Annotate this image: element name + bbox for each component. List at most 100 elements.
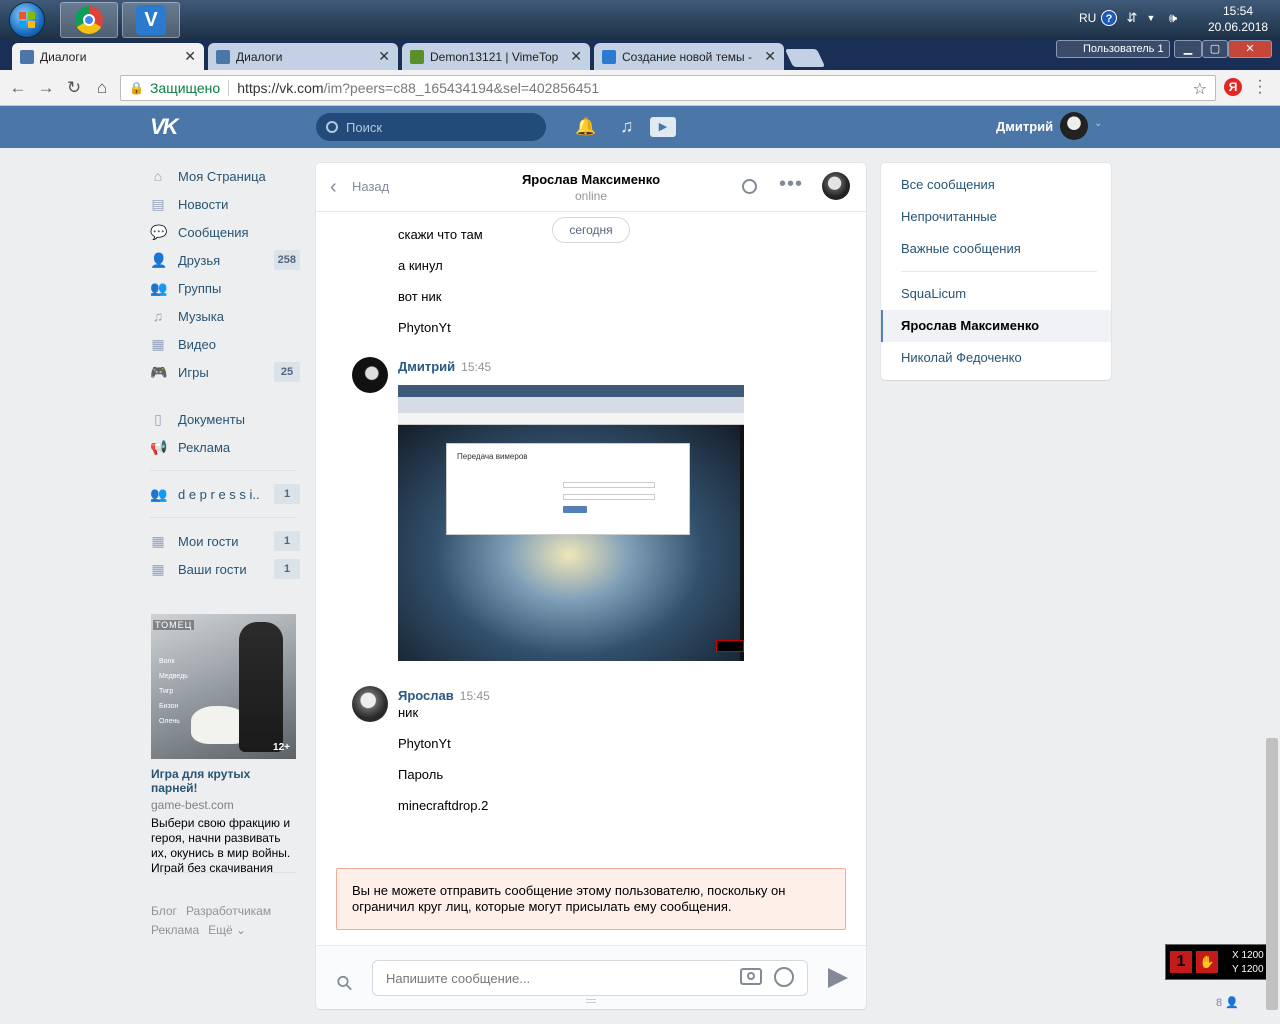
- maximize-button[interactable]: ▢: [1202, 40, 1228, 58]
- author-name[interactable]: Дмитрий: [398, 359, 455, 374]
- minimize-button[interactable]: ▁: [1174, 40, 1202, 58]
- author-avatar[interactable]: [352, 686, 388, 722]
- reload-icon[interactable]: ↻: [64, 78, 84, 98]
- browser-tab-2[interactable]: Диалоги ✕: [208, 43, 398, 70]
- filter-all-messages[interactable]: Все сообщения: [881, 169, 1111, 201]
- message-author[interactable]: Дмитрий 15:45: [398, 359, 491, 374]
- user-name[interactable]: Дмитрий: [996, 119, 1053, 134]
- photo-attachment[interactable]: Передача вимеров: [398, 385, 744, 661]
- taskbar-chrome-button[interactable]: [60, 2, 118, 38]
- page-scrollbar[interactable]: [1266, 738, 1278, 1010]
- volume-icon[interactable]: 🕪: [1165, 10, 1181, 26]
- footer-link-blog[interactable]: Блог: [151, 904, 177, 918]
- tab-title: Demon13121 | VimeTop: [430, 49, 559, 64]
- peer-item-squalicum[interactable]: SquaLicum: [881, 278, 1111, 310]
- ad-block[interactable]: ТОМЕЦ Волк Медведь Тигр Бизон Олень 12+ …: [151, 614, 296, 876]
- tab-title: Создание новой темы -: [622, 49, 752, 64]
- friends-icon: 👤: [150, 252, 168, 268]
- start-button[interactable]: [2, 2, 52, 38]
- filter-important[interactable]: Важные сообщения: [881, 233, 1111, 265]
- close-window-button[interactable]: ✕: [1228, 40, 1272, 58]
- yandex-extension-icon[interactable]: Я: [1224, 78, 1242, 96]
- browser-tab-3[interactable]: Demon13121 | VimeTop ✕: [402, 43, 590, 70]
- nav-item-games[interactable]: 🎮 Игры 25: [150, 358, 300, 386]
- app-grid-icon: ▦: [151, 561, 165, 577]
- tab-close-icon[interactable]: ✕: [184, 48, 196, 65]
- home-icon[interactable]: ⌂: [92, 78, 112, 98]
- video-play-icon[interactable]: ▶: [650, 117, 676, 137]
- ad-image[interactable]: ТОМЕЦ Волк Медведь Тигр Бизон Олень 12+: [151, 614, 296, 759]
- more-options-icon[interactable]: •••: [779, 173, 803, 196]
- send-arrow-icon[interactable]: [828, 968, 848, 988]
- vk-logo-icon[interactable]: VK: [150, 114, 184, 139]
- clock[interactable]: 15:54 20.06.2018: [1208, 3, 1268, 35]
- nav-item-documents[interactable]: ▯ Документы: [150, 405, 300, 433]
- nav-item-ads[interactable]: 📢 Реклама: [150, 433, 300, 461]
- new-tab-button[interactable]: [784, 49, 826, 67]
- filter-unread[interactable]: Непрочитанные: [881, 201, 1111, 233]
- browser-menu-icon[interactable]: · · ·: [1256, 73, 1264, 101]
- coordinate-overlay[interactable]: 1 ✋ X 1200 Y 1200: [1165, 944, 1273, 980]
- age-rating-badge: 12+: [273, 742, 290, 753]
- message-text: ник: [398, 705, 419, 720]
- user-avatar[interactable]: [1060, 112, 1088, 140]
- tab-close-icon[interactable]: ✕: [378, 48, 390, 65]
- nav-item-your-guests[interactable]: ▦ Ваши гости 1: [150, 555, 300, 583]
- browser-tab-4[interactable]: Создание новой темы - ✕: [594, 43, 784, 70]
- nav-item-my-page[interactable]: ⌂ Моя Страница: [150, 162, 300, 190]
- network-icon[interactable]: ⇵: [1124, 10, 1140, 26]
- nav-item-messages[interactable]: 💬 Сообщения: [150, 218, 300, 246]
- resize-handle[interactable]: [586, 999, 596, 1003]
- left-navigation: ⌂ Моя Страница ▤ Новости 💬 Сообщения 👤 Д…: [150, 162, 300, 583]
- peer-item-nikolai[interactable]: Николай Федоченко: [881, 342, 1111, 374]
- music-icon: ♫: [152, 308, 164, 324]
- tab-close-icon[interactable]: ✕: [764, 48, 776, 65]
- author-name[interactable]: Ярослав: [398, 688, 454, 703]
- footer-link-developers[interactable]: Разработчикам: [186, 904, 271, 918]
- address-bar[interactable]: 🔒 Защищено https://vk.com/im?peers=c88_1…: [120, 75, 1216, 101]
- forward-arrow-icon[interactable]: →: [36, 78, 56, 98]
- message-author[interactable]: Ярослав 15:45: [398, 688, 490, 703]
- ad-title[interactable]: Игра для крутых парней!: [151, 767, 296, 795]
- nav-item-groups[interactable]: 👥 Группы: [150, 274, 300, 302]
- footer-link-ads[interactable]: Реклама: [151, 923, 199, 937]
- nav-count-badge: 258: [273, 250, 300, 270]
- notifications-bell-icon[interactable]: 🔔: [575, 117, 596, 137]
- paperclip-icon[interactable]: ⚲: [331, 967, 359, 997]
- divider: [901, 271, 1097, 272]
- nav-item-friends[interactable]: 👤 Друзья 258: [150, 246, 300, 274]
- profile-button[interactable]: Пользователь 1: [1056, 40, 1170, 58]
- video-icon: ▦: [151, 336, 165, 352]
- search-icon[interactable]: [742, 179, 757, 194]
- author-avatar[interactable]: [352, 357, 388, 393]
- bookmark-star-icon[interactable]: ☆: [1193, 79, 1207, 99]
- taskbar-vimeworld-button[interactable]: V: [122, 2, 180, 38]
- chevron-down-icon[interactable]: ⌄: [1094, 118, 1102, 129]
- clock-date: 20.06.2018: [1208, 20, 1269, 34]
- date-divider: сегодня: [552, 217, 630, 243]
- camera-icon[interactable]: [740, 968, 762, 985]
- tray-arrow-icon[interactable]: ▼: [1143, 10, 1159, 26]
- nav-item-community[interactable]: 👥 d e p r e s s i.. 1: [150, 480, 300, 508]
- nav-label: Документы: [178, 411, 246, 427]
- vimeworld-icon: V: [136, 5, 166, 35]
- online-friends-count[interactable]: 8 👤: [1216, 996, 1239, 1009]
- search-input[interactable]: Поиск: [316, 113, 546, 141]
- footer-link-more[interactable]: Ещё ⌄: [208, 923, 246, 937]
- peer-avatar[interactable]: [822, 172, 850, 200]
- nav-item-my-guests[interactable]: ▦ Мои гости 1: [150, 527, 300, 555]
- browser-tab-1[interactable]: Диалоги ✕: [12, 43, 204, 70]
- help-icon[interactable]: ?: [1101, 10, 1117, 26]
- nav-item-news[interactable]: ▤ Новости: [150, 190, 300, 218]
- emoji-smile-icon[interactable]: [774, 967, 794, 987]
- peer-item-yaroslav[interactable]: Ярослав Максименко: [881, 310, 1111, 342]
- message-text: а кинул: [398, 258, 443, 273]
- windows-taskbar: V RU ? ⇵ ▼ 🕪 15:54 20.06.2018: [0, 0, 1280, 40]
- back-arrow-icon[interactable]: ←: [8, 78, 28, 98]
- language-indicator[interactable]: RU: [1079, 11, 1096, 25]
- nav-label: Моя Страница: [178, 168, 266, 184]
- nav-item-music[interactable]: ♫ Музыка: [150, 302, 300, 330]
- nav-item-video[interactable]: ▦ Видео: [150, 330, 300, 358]
- tab-close-icon[interactable]: ✕: [570, 48, 582, 65]
- music-note-icon[interactable]: ♫: [620, 116, 638, 136]
